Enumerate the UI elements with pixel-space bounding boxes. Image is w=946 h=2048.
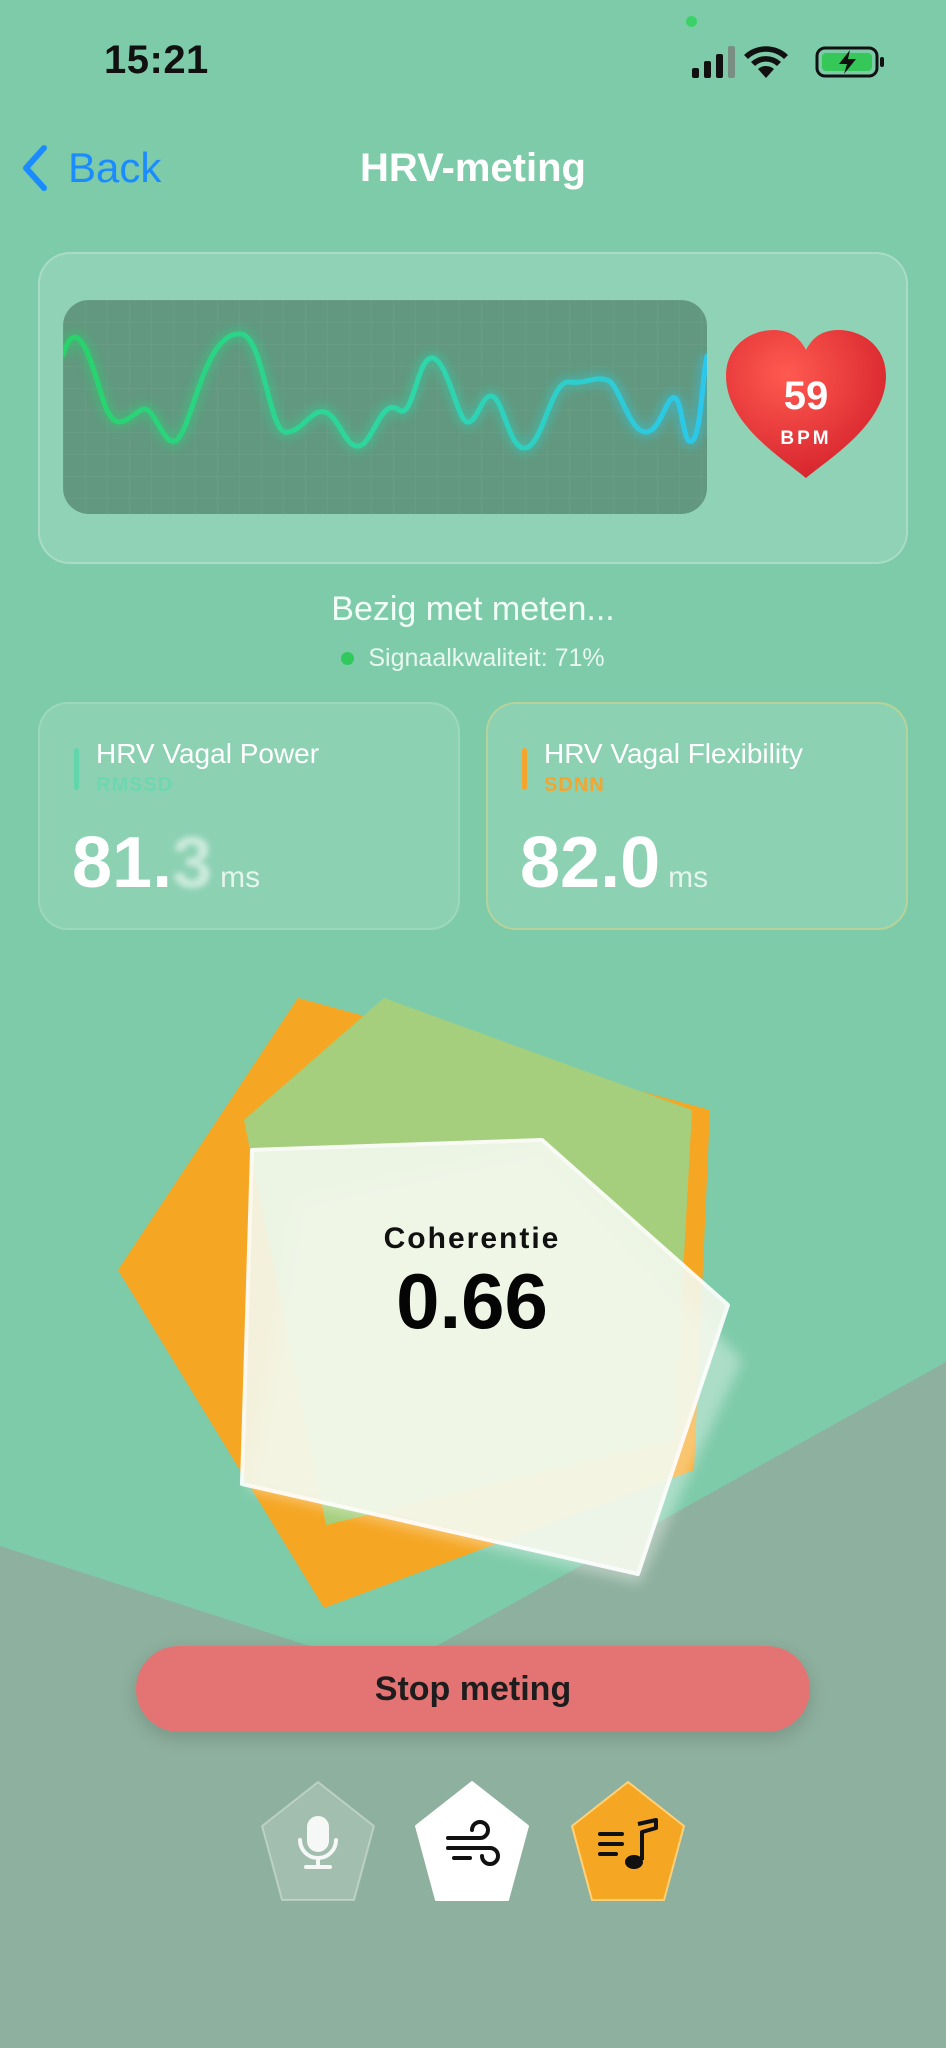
metric-value-main: 81. — [72, 823, 173, 903]
metric-title: HRV Vagal Power — [96, 738, 320, 769]
status-time: 15:21 — [104, 38, 209, 82]
metric-subtitle: SDNN — [544, 774, 605, 796]
page-title: HRV-meting — [360, 146, 586, 190]
signal-quality-label: Signaalkwaliteit: 71% — [368, 644, 605, 672]
metric-value: 82.0 ms — [520, 822, 708, 904]
coherence-value: 0.66 — [396, 1257, 548, 1345]
wifi-icon — [744, 46, 788, 78]
metric-accent-bar — [74, 748, 79, 790]
metric-unit: ms — [220, 861, 261, 894]
heart-rate-unit: BPM — [780, 428, 832, 449]
metric-value: 81.3 ms — [72, 822, 260, 904]
measurement-status: Bezig met meten... — [331, 590, 615, 628]
heart-rate-value: 59 — [783, 374, 829, 418]
signal-status-dot — [341, 652, 355, 665]
vagal-power-card: HRV Vagal Power RMSSD 81.3 ms — [38, 702, 460, 930]
signal-quality: Signaalkwaliteit: 71% — [0, 644, 946, 673]
metric-subtitle: RMSSD — [96, 774, 174, 796]
metric-value-animating: 3 — [172, 823, 213, 903]
camera-indicator — [686, 16, 697, 27]
battery-charging-icon — [815, 46, 884, 78]
metric-value-main: 82.0 — [520, 823, 661, 903]
metric-title: HRV Vagal Flexibility — [544, 738, 803, 769]
coherence-label: Coherentie — [383, 1222, 561, 1255]
hrv-waveform — [63, 300, 707, 514]
stop-measurement-button[interactable]: Stop meting — [136, 1646, 810, 1732]
microphone-button[interactable] — [256, 1776, 380, 1908]
music-button[interactable] — [566, 1776, 690, 1908]
breathing-button[interactable] — [410, 1776, 534, 1908]
metric-unit: ms — [668, 861, 709, 894]
cellular-signal-icon — [692, 46, 735, 78]
metric-accent-bar — [522, 748, 527, 790]
status-icons — [692, 46, 884, 78]
vagal-flexibility-card: HRV Vagal Flexibility SDNN 82.0 ms — [486, 702, 908, 930]
